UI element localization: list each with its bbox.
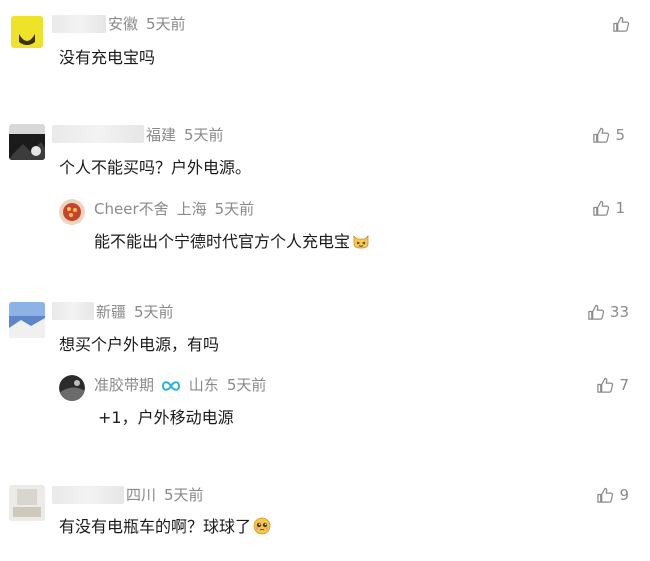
comment-text: 个人不能买吗？户外电源。	[59, 158, 252, 177]
comment-text: 想买个户外电源，有吗	[59, 335, 220, 354]
timestamp: 5天前	[146, 15, 186, 33]
pleading-face-emoji-icon	[253, 517, 271, 535]
thumbs-up-icon	[592, 199, 611, 218]
timestamp: 5天前	[184, 126, 224, 144]
reply-meta: 准胶带期 山东 5天前	[94, 375, 266, 398]
like-count: 33	[609, 303, 629, 321]
username[interactable]: Cheer不舍	[94, 200, 169, 218]
reply-meta: Cheer不舍 上海 5天前	[94, 199, 254, 219]
like-button[interactable]: 9	[579, 484, 629, 506]
avatar[interactable]	[59, 199, 85, 225]
reply-text-content: 能不能出个宁德时代官方个人充电宝	[94, 232, 351, 251]
location: 山东	[188, 376, 219, 394]
timestamp: 5天前	[164, 486, 204, 504]
like-count: 1	[615, 199, 625, 217]
avatar[interactable]	[9, 485, 45, 521]
comment-text: 有没有电瓶车的啊？球球了	[59, 516, 271, 538]
like-button[interactable]	[595, 13, 635, 35]
thumbs-up-icon	[587, 303, 606, 322]
avatar[interactable]	[9, 14, 45, 50]
like-button[interactable]: 1	[575, 197, 625, 219]
username[interactable]: 准胶带期	[94, 376, 154, 394]
like-button[interactable]: 5	[575, 124, 625, 146]
thumbs-up-icon	[592, 126, 611, 145]
location: 新疆	[96, 303, 127, 321]
avatar[interactable]	[59, 375, 85, 401]
location: 上海	[176, 200, 207, 218]
location: 安徽	[108, 15, 139, 33]
location: 四川	[126, 486, 157, 504]
comment-meta: 安徽 5天前	[108, 14, 186, 34]
thumbs-up-icon	[596, 376, 615, 395]
comment-meta: 新疆 5天前	[96, 302, 174, 322]
like-button[interactable]: 33	[569, 301, 629, 323]
reply-text: +1，户外移动电源	[98, 408, 234, 427]
blurred-username	[52, 302, 94, 320]
timestamp: 5天前	[214, 200, 255, 218]
infinity-badge-icon	[161, 378, 181, 398]
avatar[interactable]	[9, 302, 45, 338]
timestamp: 5天前	[134, 303, 174, 321]
blurred-username	[52, 125, 144, 143]
timestamp: 5天前	[226, 376, 267, 394]
comment-text: 没有充电宝吗	[59, 48, 156, 67]
thumbs-up-icon	[596, 486, 615, 505]
avatar[interactable]	[9, 124, 45, 160]
comment-meta: 福建 5天前	[146, 125, 224, 145]
reply-text: 能不能出个宁德时代官方个人充电宝	[94, 231, 370, 253]
like-count: 5	[615, 126, 625, 144]
comment-meta: 四川 5天前	[126, 485, 204, 505]
blurred-username	[52, 15, 106, 33]
blurred-username	[52, 486, 124, 504]
location: 福建	[146, 126, 177, 144]
like-count: 7	[619, 376, 629, 394]
cat-emoji-icon	[352, 232, 370, 250]
like-count: 9	[619, 486, 629, 504]
comment-text-content: 有没有电瓶车的啊？球球了	[59, 517, 252, 536]
thumbs-up-icon	[612, 15, 631, 34]
like-button[interactable]: 7	[579, 374, 629, 396]
